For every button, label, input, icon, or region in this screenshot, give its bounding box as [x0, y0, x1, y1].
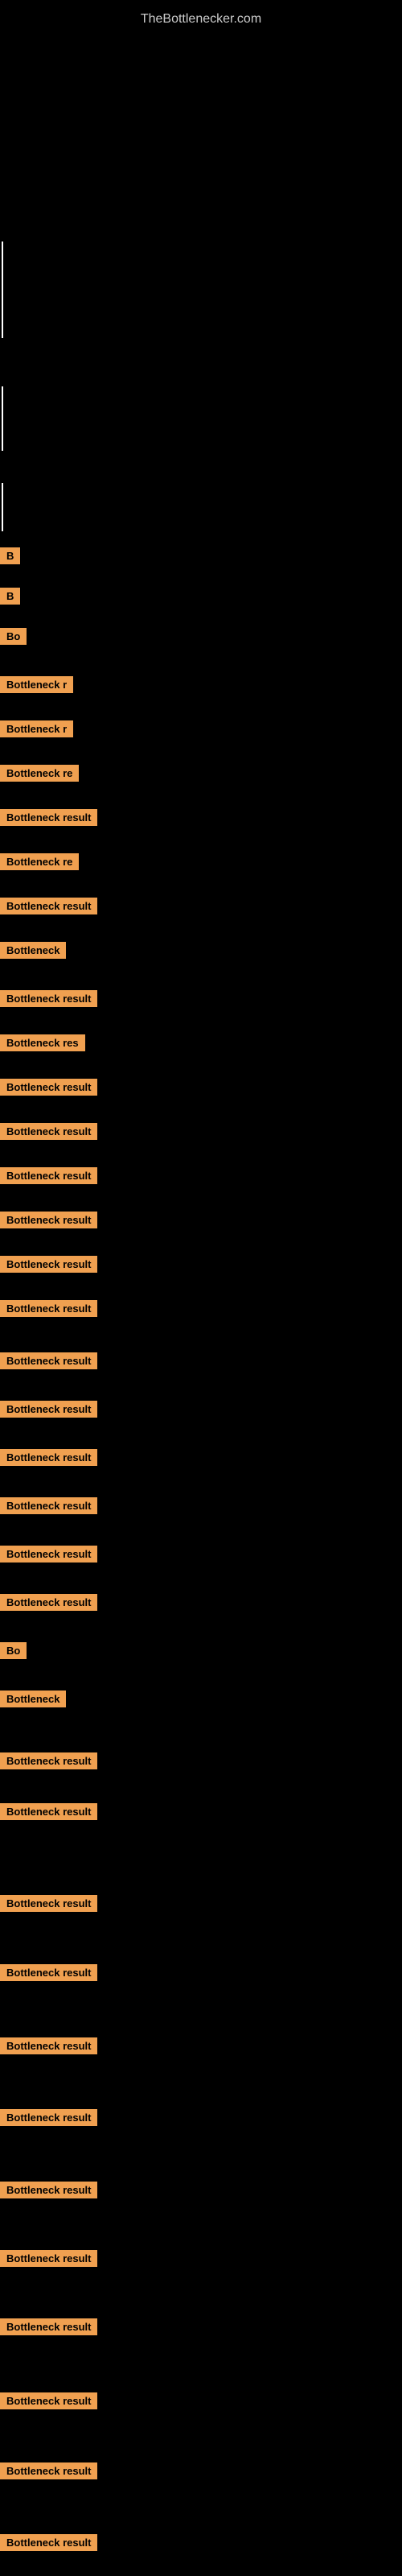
bottleneck-result-item[interactable]: Bottleneck result — [0, 2037, 97, 2054]
bottleneck-result-item[interactable]: Bottleneck result — [0, 2462, 97, 2479]
bottleneck-result-item[interactable]: B — [0, 588, 20, 605]
bottleneck-result-item[interactable]: Bottleneck result — [0, 1352, 97, 1369]
vertical-line — [2, 483, 3, 531]
bottleneck-result-item[interactable]: Bottleneck result — [0, 2250, 97, 2267]
bottleneck-result-item[interactable]: Bottleneck result — [0, 1256, 97, 1273]
bottleneck-result-item[interactable]: Bottleneck result — [0, 1895, 97, 1912]
site-title: TheBottlenecker.com — [0, 4, 402, 35]
bottleneck-result-item[interactable]: Bottleneck result — [0, 2182, 97, 2198]
bottleneck-result-item[interactable]: Bottleneck r — [0, 676, 73, 693]
bottleneck-result-item[interactable]: Bo — [0, 628, 27, 645]
bottleneck-result-item[interactable]: Bottleneck result — [0, 1401, 97, 1418]
bottleneck-result-item[interactable]: Bottleneck result — [0, 2318, 97, 2335]
bottleneck-result-item[interactable]: Bottleneck res — [0, 1034, 85, 1051]
bottleneck-result-item[interactable]: Bottleneck result — [0, 2392, 97, 2409]
bottleneck-result-item[interactable]: Bottleneck result — [0, 1752, 97, 1769]
bottleneck-result-item[interactable]: Bottleneck r — [0, 720, 73, 737]
vertical-line — [2, 242, 3, 338]
bottleneck-result-item[interactable]: B — [0, 547, 20, 564]
bottleneck-result-item[interactable]: Bo — [0, 1642, 27, 1659]
bottleneck-result-item[interactable]: Bottleneck result — [0, 809, 97, 826]
bottleneck-result-item[interactable]: Bottleneck result — [0, 1300, 97, 1317]
bottleneck-result-item[interactable]: Bottleneck result — [0, 1449, 97, 1466]
bottleneck-result-item[interactable]: Bottleneck result — [0, 1497, 97, 1514]
bottleneck-result-item[interactable]: Bottleneck result — [0, 1167, 97, 1184]
bottleneck-result-item[interactable]: Bottleneck re — [0, 853, 79, 870]
bottleneck-result-item[interactable]: Bottleneck result — [0, 1546, 97, 1563]
bottleneck-result-item[interactable]: Bottleneck result — [0, 1212, 97, 1228]
bottleneck-result-item[interactable]: Bottleneck result — [0, 1803, 97, 1820]
bottleneck-result-item[interactable]: Bottleneck — [0, 1690, 66, 1707]
bottleneck-result-item[interactable]: Bottleneck result — [0, 1123, 97, 1140]
bottleneck-result-item[interactable]: Bottleneck result — [0, 1594, 97, 1611]
bottleneck-result-item[interactable]: Bottleneck — [0, 942, 66, 959]
bottleneck-result-item[interactable]: Bottleneck result — [0, 1964, 97, 1981]
bottleneck-result-item[interactable]: Bottleneck result — [0, 1079, 97, 1096]
bottleneck-result-item[interactable]: Bottleneck result — [0, 2109, 97, 2126]
vertical-line — [2, 386, 3, 451]
bottleneck-result-item[interactable]: Bottleneck re — [0, 765, 79, 782]
bottleneck-result-item[interactable]: Bottleneck result — [0, 2534, 97, 2551]
bottleneck-result-item[interactable]: Bottleneck result — [0, 898, 97, 914]
bottleneck-result-item[interactable]: Bottleneck result — [0, 990, 97, 1007]
